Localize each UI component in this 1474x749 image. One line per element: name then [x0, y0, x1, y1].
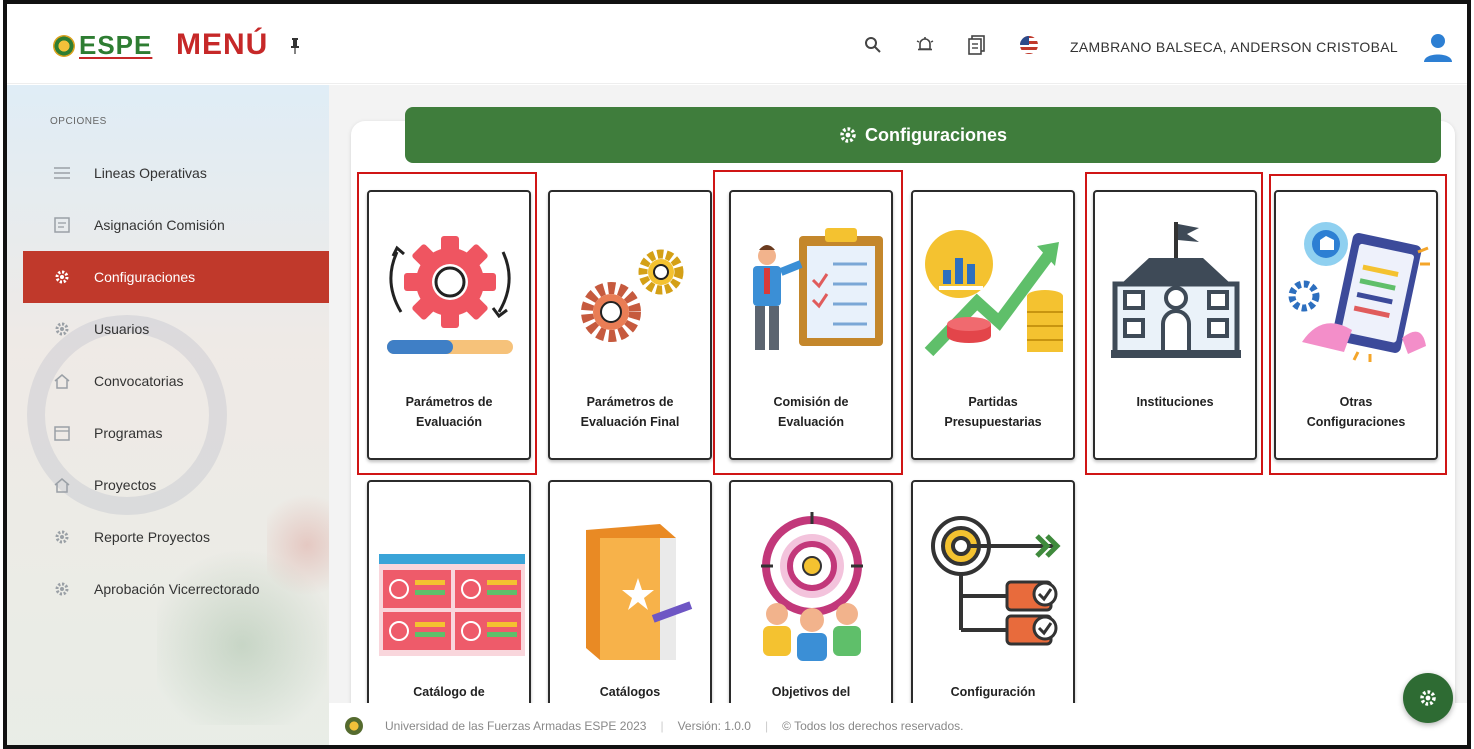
tile-label: Configuración [950, 685, 1036, 699]
tile-label: Partidas Presupuestarias [944, 395, 1042, 429]
app-window: ESPE MENÚ ZAMBRANO BALSECA, ANDERSON CRI… [3, 0, 1471, 749]
sidebar-item-reporte-proyectos[interactable]: Reporte Proyectos [23, 511, 329, 563]
tile-label: Otras Configuraciones [1306, 395, 1406, 429]
clipboard-icon[interactable] [966, 34, 988, 56]
sidebar-item-label: Usuarios [94, 321, 150, 337]
footer-version: Versión: 1.0.0 [677, 719, 751, 733]
sidebar-item-label: Convocatorias [94, 373, 184, 389]
sidebar-item-proyectos[interactable]: Proyectos [23, 459, 329, 511]
gear-icon [840, 127, 856, 143]
footer-rights: © Todos los derechos reservados. [782, 719, 964, 733]
sidebar-item-label: Reporte Proyectos [94, 529, 210, 545]
search-icon[interactable] [862, 34, 884, 56]
footer-separator: | [660, 719, 664, 733]
sidebar-item-lineas-operativas[interactable]: Lineas Operativas [23, 147, 329, 199]
gear-icon [54, 269, 70, 285]
tile-parametros-evaluacion-final[interactable]: Parámetros de Evaluación Final [548, 190, 712, 460]
sidebar-item-usuarios[interactable]: Usuarios [23, 303, 329, 355]
gears-icon [581, 249, 684, 342]
sidebar-item-aprobacion-vicerrectorado[interactable]: Aprobación Vicerrectorado [23, 563, 329, 615]
home-icon [54, 477, 70, 493]
sidebar: OPCIONES Lineas Operativas Asignación Co… [7, 85, 329, 745]
list-icon [54, 165, 70, 181]
sidebar-section-label: OPCIONES [50, 116, 107, 127]
catalog-grid-icon [379, 554, 525, 656]
school-building-icon [1111, 222, 1241, 358]
target-team-icon [761, 512, 863, 661]
sidebar-nav: Lineas Operativas Asignación Comisión Co… [23, 147, 329, 615]
sidebar-item-label: Lineas Operativas [94, 165, 207, 181]
tile-label: Parámetros de Evaluación [405, 395, 493, 429]
pin-icon[interactable] [290, 38, 300, 54]
sidebar-item-label: Proyectos [94, 477, 157, 493]
sidebar-item-configuraciones[interactable]: Configuraciones [23, 251, 329, 303]
home-icon [54, 373, 70, 389]
sidebar-item-label: Asignación Comisión [94, 217, 225, 233]
book-star-icon [586, 524, 693, 660]
form-icon [54, 217, 70, 233]
floating-settings-button[interactable] [1403, 673, 1453, 723]
footer-separator: | [764, 719, 769, 733]
espe-logo[interactable]: ESPE [53, 30, 152, 61]
sidebar-item-label: Programas [94, 425, 163, 441]
page-title: Configuraciones [864, 124, 1007, 145]
gear-icon [54, 321, 70, 337]
page-header: Configuraciones [405, 107, 1441, 163]
tile-label: Objetivos del [771, 685, 851, 699]
tile-otras-configuraciones[interactable]: Otras Configuraciones [1274, 190, 1438, 460]
tile-instituciones[interactable]: Instituciones [1093, 190, 1257, 460]
sidebar-item-programas[interactable]: Programas [23, 407, 329, 459]
footer: Universidad de las Fuerzas Armadas ESPE … [329, 703, 1467, 745]
menu-title: MENÚ [176, 28, 269, 61]
bell-icon[interactable] [914, 34, 936, 56]
tile-parametros-evaluacion[interactable]: Parámetros de Evaluación [367, 190, 531, 460]
sidebar-item-label: Aprobación Vicerrectorado [94, 581, 260, 597]
top-bar: ESPE MENÚ ZAMBRANO BALSECA, ANDERSON CRI… [7, 4, 1467, 84]
logo-text: ESPE [79, 30, 153, 60]
espe-seal-icon [53, 34, 75, 57]
calendar-icon [54, 425, 70, 441]
gear-icon [1420, 690, 1436, 706]
tile-label: Catálogos [599, 685, 661, 699]
tile-label: Catálogo de [413, 685, 485, 699]
tile-label: Instituciones [1136, 395, 1214, 409]
us-flag-icon[interactable] [1018, 34, 1040, 56]
target-flow-icon [931, 516, 1061, 646]
user-avatar-icon[interactable] [1421, 30, 1455, 64]
sidebar-item-asignacion-comision[interactable]: Asignación Comisión [23, 199, 329, 251]
tile-comision-evaluacion[interactable]: Comisión de Evaluación [729, 190, 893, 460]
growth-chart-coins-icon [924, 230, 1063, 357]
espe-seal-icon [345, 717, 363, 735]
rotating-gear-progress-icon [387, 236, 513, 354]
gear-icon [54, 581, 70, 597]
tile-partidas-presupuestarias[interactable]: Partidas Presupuestarias [911, 190, 1075, 460]
sidebar-item-convocatorias[interactable]: Convocatorias [23, 355, 329, 407]
tile-label: Parámetros de Evaluación Final [580, 395, 680, 429]
main-content: Configuraciones Parámetros de Evaluación… [329, 85, 1467, 745]
footer-university: Universidad de las Fuerzas Armadas ESPE … [385, 719, 647, 733]
sidebar-item-label: Configuraciones [94, 269, 196, 285]
tile-label: Comisión de Evaluación [773, 395, 849, 429]
clipboard-presenter-icon [753, 228, 883, 350]
gear-icon [54, 529, 70, 545]
user-name[interactable]: ZAMBRANO BALSECA, ANDERSON CRISTOBAL [1070, 39, 1398, 55]
mobile-settings-icon [1288, 222, 1430, 362]
